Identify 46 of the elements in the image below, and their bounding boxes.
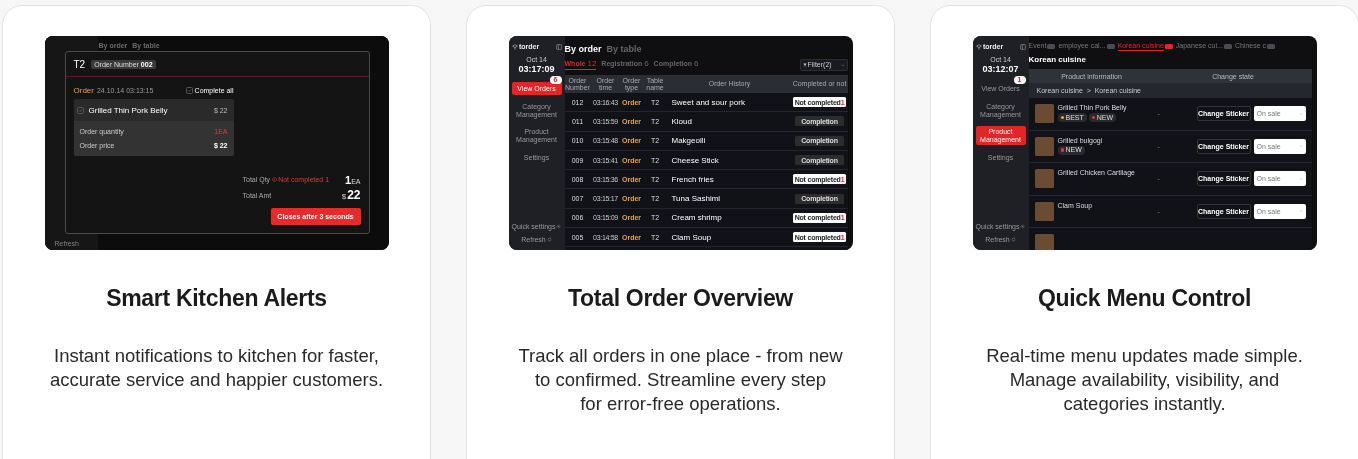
chevron-down-icon — [840, 62, 845, 67]
checkbox[interactable] — [185, 86, 193, 94]
order-item-cell-text: Kloud — [670, 116, 693, 126]
filter-icon — [802, 62, 807, 67]
section-title: Order — [73, 85, 94, 95]
logo-icon — [511, 43, 518, 50]
tab-badge — [1106, 44, 1115, 49]
total-amount-value: $22 — [341, 188, 361, 203]
tab-badge — [1267, 44, 1276, 49]
clock-time: 03:12:07 — [982, 64, 1019, 74]
order-item-cell-text: Tuna Sashimi — [670, 194, 722, 204]
view-tab[interactable]: By table — [606, 43, 642, 54]
food-photo-placeholder — [1034, 104, 1054, 124]
refresh-icon — [1010, 237, 1016, 242]
order-item-cell-text: Makgeolli — [670, 136, 707, 146]
order-item-cell-text: Sweet and sour pork — [670, 97, 746, 107]
layout-icon[interactable] — [1019, 43, 1026, 50]
view-tab[interactable]: By order — [564, 43, 602, 54]
refresh-icon — [546, 237, 552, 242]
card-title: Smart Kitchen Alerts — [106, 284, 327, 312]
order-item-cell-text: French fries — [670, 174, 715, 184]
tab-badge — [1164, 44, 1173, 49]
clock-time: 03:17:09 — [518, 64, 555, 74]
gear-icon — [556, 224, 562, 229]
food-photo-placeholder — [1034, 136, 1054, 156]
food-photo-placeholder — [1034, 169, 1054, 189]
tab-badge — [1223, 44, 1232, 49]
category-heading: Korean cuisine — [1028, 55, 1087, 64]
card-title: Total Order Overview — [568, 284, 793, 312]
card-description: Real-time menu updates made simple. Manage availability, visibility, and categories instantly. — [986, 344, 1303, 416]
order-item-cell-text: Clam Soup — [670, 232, 713, 242]
info-icon — [272, 177, 278, 183]
layout-icon[interactable] — [555, 43, 562, 50]
card-description: Track all orders in one place - from new to confirmed. Streamline every step for error-free operations. — [518, 344, 843, 416]
food-photo-placeholder — [1034, 234, 1054, 250]
card-title: Quick Menu Control — [1037, 284, 1252, 312]
order-item-cell-text: Cream shrimp — [670, 213, 723, 223]
order-item-cell-text: Cheese Stick — [670, 155, 720, 165]
logo-icon — [975, 43, 982, 50]
card-description: Instant notifications to kitchen for faster, accurate service and happier customers. — [49, 344, 384, 392]
checkbox[interactable] — [76, 106, 84, 114]
tab-badge — [1047, 44, 1056, 49]
item-name: Grilled Thin Pork Belly — [88, 105, 168, 115]
gear-icon — [1020, 224, 1026, 229]
food-photo-placeholder — [1034, 201, 1054, 221]
table-name: T2 — [73, 58, 86, 70]
